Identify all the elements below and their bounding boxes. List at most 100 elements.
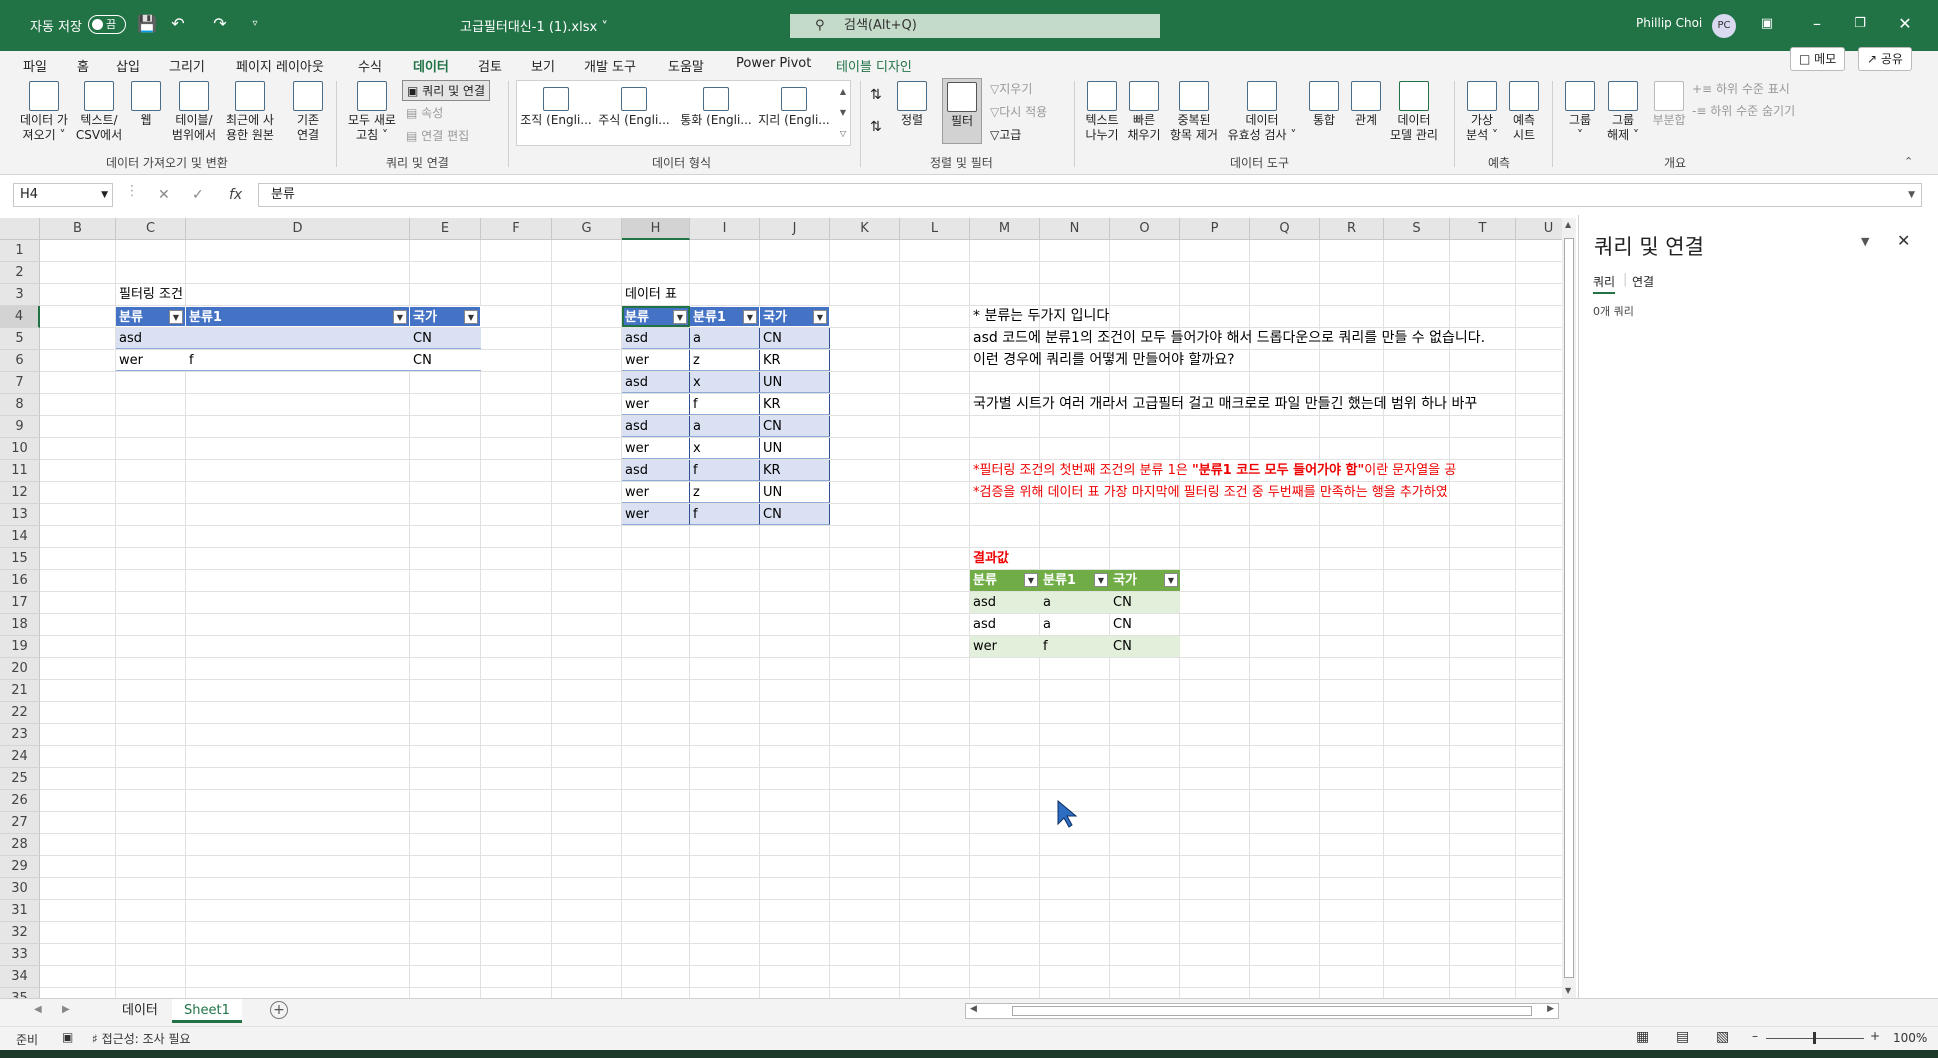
data-table-cell[interactable]: asd [622,372,690,393]
row-header-8[interactable]: 8 [0,394,40,416]
data-table-cell[interactable]: a [690,416,760,437]
ungroup-button[interactable]: 그룹 해제 ˅ [1600,81,1646,143]
next-sheet-icon[interactable]: ▶ [62,1004,70,1015]
undo-icon[interactable]: ↶ [168,14,188,34]
data-table-cell[interactable]: CN [760,416,830,437]
column-header-N[interactable]: N [1040,218,1110,240]
row-header-24[interactable]: 24 [0,746,40,768]
note-text[interactable]: 이런 경우에 쿼리를 어떻게 만들어야 할까요? [970,350,1570,371]
avatar[interactable]: PC [1712,14,1736,38]
flash-fill-button[interactable]: 빠른 채우기 [1124,81,1164,143]
horizontal-scrollbar[interactable]: ◀ ▶ [965,1003,1559,1019]
name-box[interactable]: H4 ▼ [13,183,113,207]
note-text[interactable]: * 분류는 두가지 입니다 [970,306,1570,327]
row-header-3[interactable]: 3 [0,284,40,306]
row-header-16[interactable]: 16 [0,570,40,592]
subtotal-button[interactable]: 부분합 [1646,81,1692,128]
filter-dropdown-icon[interactable]: ▼ [393,310,407,324]
data-table-cell[interactable]: wer [622,394,690,415]
data-table-cell[interactable]: UN [760,482,830,503]
column-header-J[interactable]: J [760,218,830,240]
filter-table-cell[interactable]: CN [410,328,481,349]
from-web-button[interactable]: 웹 [128,81,164,128]
ribbon-display-icon[interactable]: ▣ [1757,14,1777,34]
what-if-button[interactable]: 가상 분석 ˅ [1460,81,1504,143]
data-table-cell[interactable]: wer [622,482,690,503]
accessibility-status[interactable]: ♯ 접근성: 조사 필요 [92,1030,191,1047]
result-table-header[interactable]: 분류 ▼ [970,570,1040,591]
filter-button[interactable]: 필터 [942,78,982,144]
data-table-cell[interactable]: f [690,394,760,415]
result-table-cell[interactable]: CN [1110,592,1180,613]
customize-toolbar-icon[interactable]: ▿ [245,14,265,34]
data-table-cell[interactable]: z [690,350,760,371]
filter-dropdown-icon[interactable]: ▼ [1024,573,1038,587]
column-header-M[interactable]: M [970,218,1040,240]
select-all-corner[interactable] [0,218,40,240]
result-table-cell[interactable]: asd [970,592,1040,613]
data-table-cell[interactable]: wer [622,438,690,459]
result-table-cell[interactable]: CN [1110,636,1180,657]
data-table-cell[interactable]: wer [622,350,690,371]
tab-file[interactable]: 파일 [23,56,47,75]
row-header-20[interactable]: 20 [0,658,40,680]
column-header-Q[interactable]: Q [1250,218,1320,240]
row-header-33[interactable]: 33 [0,944,40,966]
type-currency-button[interactable]: 통화 (Engli... [680,87,752,128]
result-table-header[interactable]: 국가 ▼ [1110,570,1180,591]
remove-duplicates-button[interactable]: 중복된 항목 제거 [1164,81,1224,143]
pane-options-icon[interactable]: ▼ [1861,235,1869,248]
pane-close-icon[interactable]: ✕ [1897,231,1910,250]
tab-formulas[interactable]: 수식 [358,56,382,75]
clear-filter-button[interactable]: ▽지우기 [990,80,1032,97]
row-header-14[interactable]: 14 [0,526,40,548]
data-validation-button[interactable]: 데이터 유효성 검사 ˅ [1222,81,1302,143]
file-title[interactable]: 고급필터대신-1 (1).xlsx ˅ [460,16,608,35]
filter-table-cell[interactable] [186,328,410,349]
row-header-9[interactable]: 9 [0,416,40,438]
data-table-cell[interactable]: f [690,460,760,481]
note-text-red[interactable]: *검증을 위해 데이터 표 가장 마지막에 필터링 조건 중 두번째를 만족하는… [970,482,1570,503]
sort-az-icon[interactable]: ⇅ [870,87,882,103]
edit-links-button[interactable]: ▤ 연결 편집 [406,127,469,144]
share-button[interactable]: ↗ 공유 [1858,47,1912,71]
row-header-28[interactable]: 28 [0,834,40,856]
column-header-C[interactable]: C [116,218,186,240]
row-header-4[interactable]: 4 [0,306,40,328]
tab-page-layout[interactable]: 페이지 레이아웃 [236,56,324,75]
from-text-csv-button[interactable]: 텍스트/ CSV에서 [72,81,126,143]
refresh-all-button[interactable]: 모두 새로 고침 ˅ [344,81,400,143]
row-header-29[interactable]: 29 [0,856,40,878]
sheet-tab-data[interactable]: 데이터 [110,999,170,1023]
column-header-H[interactable]: H [622,218,690,240]
result-title[interactable]: 결과값 [970,548,1090,569]
row-header-23[interactable]: 23 [0,724,40,746]
column-header-R[interactable]: R [1320,218,1384,240]
row-header-10[interactable]: 10 [0,438,40,460]
collapse-ribbon-icon[interactable]: ⌃ [1904,155,1913,168]
pane-tab-connections[interactable]: 연결 [1632,273,1654,290]
filter-dropdown-icon[interactable]: ▼ [1164,573,1178,587]
show-detail-button[interactable]: +≡ 하위 수준 표시 [1692,80,1790,97]
data-table-cell[interactable]: z [690,482,760,503]
column-header-B[interactable]: B [40,218,116,240]
data-table-cell[interactable]: UN [760,372,830,393]
row-header-1[interactable]: 1 [0,240,40,262]
consolidate-button[interactable]: 통합 [1304,81,1344,128]
sort-button[interactable]: 정렬 [894,81,930,128]
data-table-cell[interactable]: x [690,372,760,393]
column-header-S[interactable]: S [1384,218,1450,240]
result-table-header[interactable]: 분류1 ▼ [1040,570,1110,591]
data-table-cell[interactable]: UN [760,438,830,459]
row-header-11[interactable]: 11 [0,460,40,482]
data-table-header[interactable]: 국가 ▼ [760,306,830,327]
row-header-12[interactable]: 12 [0,482,40,504]
column-header-O[interactable]: O [1110,218,1180,240]
save-icon[interactable]: 💾 [137,14,157,34]
data-table-header[interactable]: 분류1 ▼ [690,306,760,327]
data-table-cell[interactable]: KR [760,460,830,481]
row-header-30[interactable]: 30 [0,878,40,900]
close-icon[interactable]: ✕ [1895,14,1915,34]
result-table-cell[interactable]: a [1040,592,1110,613]
zoom-in-icon[interactable]: + [1870,1029,1880,1043]
